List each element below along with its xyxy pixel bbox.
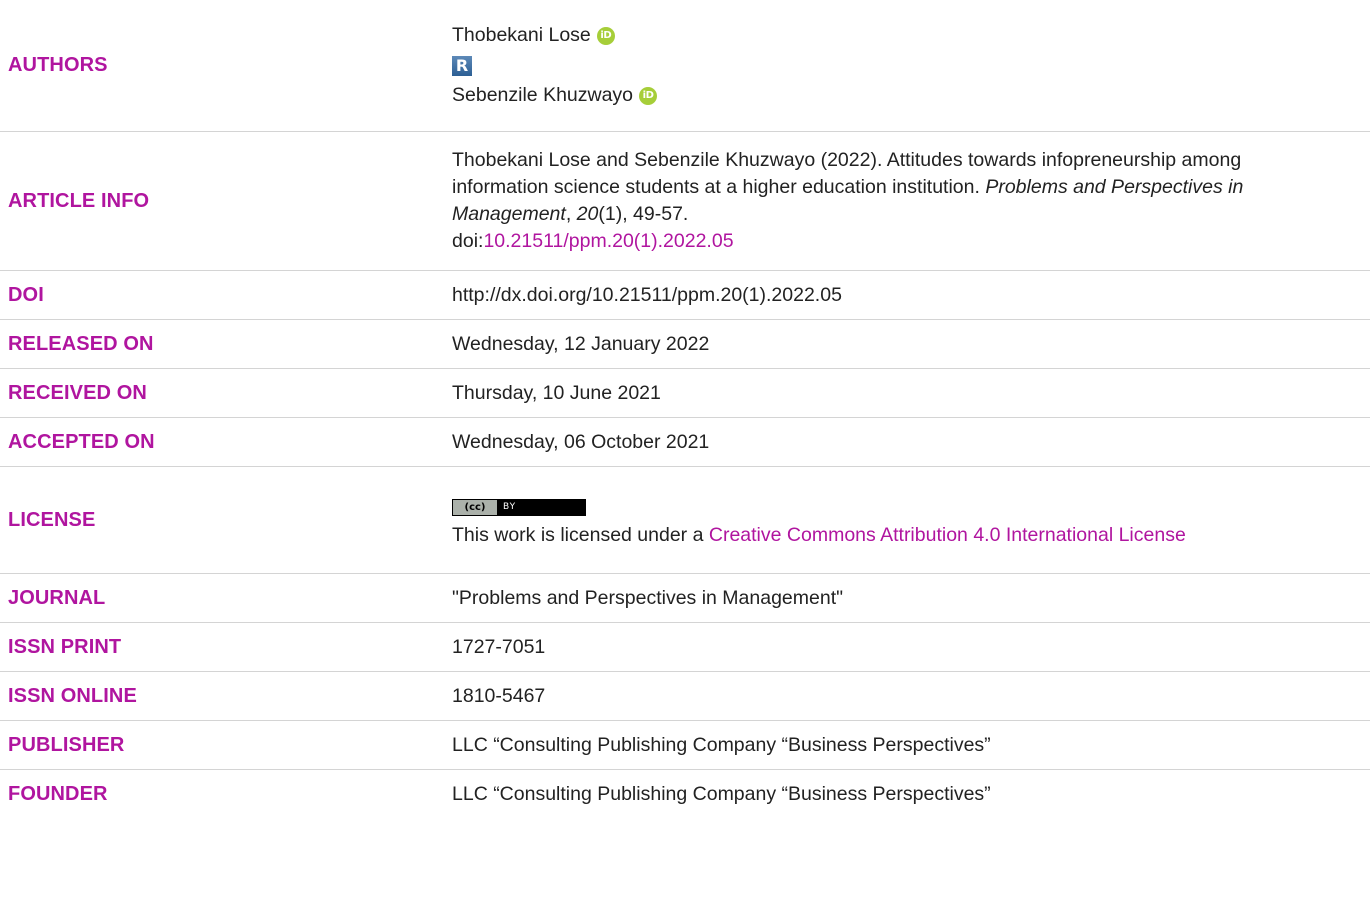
orcid-icon[interactable]: iD — [639, 86, 658, 105]
article-metadata-table: AUTHORS Thobekani Lose iD R Sebenzile Kh… — [0, 0, 1370, 819]
cc-badge-left: (cc) — [453, 500, 497, 515]
authors-list: Thobekani Lose iD R Sebenzile Khuzwayo i… — [452, 21, 1370, 111]
row-issn-online: ISSN ONLINE 1810-5467 — [0, 672, 1370, 721]
author-name[interactable]: Thobekani Lose — [452, 22, 591, 49]
label-received-on: RECEIVED ON — [8, 381, 147, 404]
row-issn-print: ISSN PRINT 1727-7051 — [0, 623, 1370, 672]
label-publisher: PUBLISHER — [8, 733, 125, 756]
label-accepted-on: ACCEPTED ON — [8, 430, 155, 453]
accepted-on-value: Wednesday, 06 October 2021 — [452, 430, 710, 453]
publisher-value: LLC “Consulting Publishing Company “Busi… — [452, 733, 991, 756]
label-issn-print: ISSN PRINT — [8, 635, 122, 658]
license-link[interactable]: Creative Commons Attribution 4.0 Interna… — [709, 524, 1186, 546]
row-accepted-on: ACCEPTED ON Wednesday, 06 October 2021 — [0, 418, 1370, 467]
license-text: This work is licensed under a Creative C… — [452, 522, 1330, 549]
author-name[interactable]: Sebenzile Khuzwayo — [452, 82, 633, 109]
released-on-value: Wednesday, 12 January 2022 — [452, 332, 710, 355]
row-doi: DOI http://dx.doi.org/10.21511/ppm.20(1)… — [0, 271, 1370, 320]
received-on-value: Thursday, 10 June 2021 — [452, 381, 661, 404]
cc-by-badge-icon[interactable]: (cc) BY — [452, 499, 586, 516]
license-value: (cc) BY This work is licensed under a Cr… — [452, 491, 1370, 549]
license-text-prefix: This work is licensed under a — [452, 524, 709, 546]
journal-value: "Problems and Perspectives in Management… — [452, 586, 844, 609]
label-founder: FOUNDER — [8, 783, 108, 805]
researcherid-icon[interactable]: R — [452, 55, 472, 76]
author-item: Sebenzile Khuzwayo iD — [452, 81, 1370, 111]
citation-volume: 20 — [576, 203, 599, 225]
issn-online-value: 1810-5467 — [452, 684, 546, 707]
row-article-info: ARTICLE INFO Thobekani Lose and Sebenzil… — [0, 132, 1370, 271]
article-citation: Thobekani Lose and Sebenzile Khuzwayo (2… — [452, 147, 1370, 255]
row-released-on: RELEASED ON Wednesday, 12 January 2022 — [0, 320, 1370, 369]
label-article-info: ARTICLE INFO — [8, 189, 150, 212]
row-authors: AUTHORS Thobekani Lose iD R Sebenzile Kh… — [0, 0, 1370, 132]
doi-value: http://dx.doi.org/10.21511/ppm.20(1).202… — [452, 283, 842, 306]
row-publisher: PUBLISHER LLC “Consulting Publishing Com… — [0, 721, 1370, 770]
row-founder: FOUNDER LLC “Consulting Publishing Compa… — [0, 770, 1370, 819]
citation-comma: , — [565, 203, 577, 225]
orcid-icon[interactable]: iD — [596, 26, 615, 45]
label-license: LICENSE — [8, 508, 96, 531]
row-journal: JOURNAL "Problems and Perspectives in Ma… — [0, 574, 1370, 623]
label-released-on: RELEASED ON — [8, 332, 154, 355]
author-item: Thobekani Lose iD — [452, 21, 1370, 51]
issn-print-value: 1727-7051 — [452, 635, 546, 658]
cc-badge-right: BY — [503, 502, 517, 512]
label-journal: JOURNAL — [8, 586, 106, 609]
citation-doi-link[interactable]: 10.21511/ppm.20(1).2022.05 — [483, 230, 733, 252]
label-issn-online: ISSN ONLINE — [8, 684, 137, 707]
row-received-on: RECEIVED ON Thursday, 10 June 2021 — [0, 369, 1370, 418]
author-item: R — [452, 51, 1370, 81]
label-doi: DOI — [8, 283, 44, 306]
citation-doi-prefix: doi: — [452, 230, 484, 252]
citation-issue-pages: (1), 49-57. — [598, 203, 689, 225]
label-authors: AUTHORS — [8, 54, 108, 76]
row-license: LICENSE (cc) BY This work is licensed un… — [0, 467, 1370, 574]
founder-value: LLC “Consulting Publishing Company “Busi… — [452, 783, 991, 805]
